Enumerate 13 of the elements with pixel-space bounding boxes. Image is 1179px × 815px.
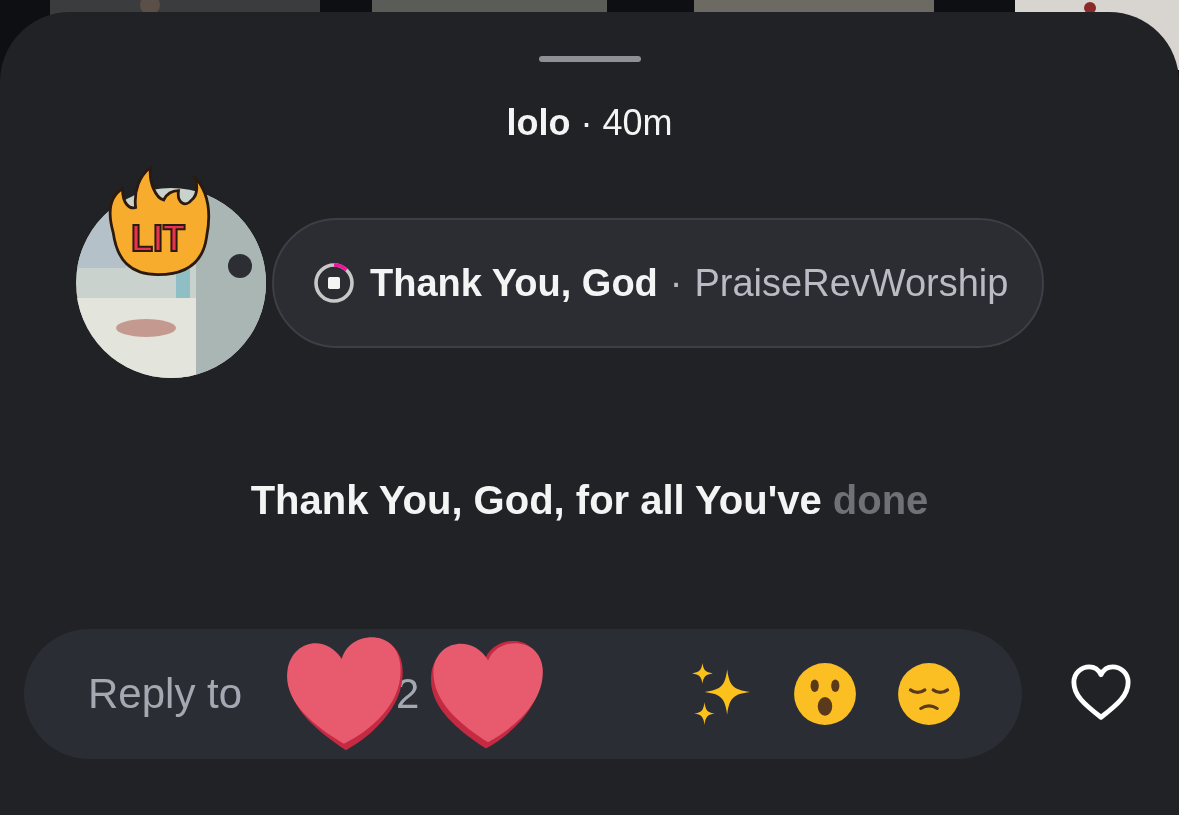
username-fragment: 2 [396, 670, 420, 718]
pensive-face-icon[interactable] [896, 661, 962, 727]
username[interactable]: lolo [506, 102, 571, 144]
song-title: Thank You, God [370, 261, 658, 305]
drag-handle[interactable] [538, 56, 641, 62]
separator-dot: · [669, 261, 683, 305]
artist-name: PraiseRevWorship [694, 261, 1009, 305]
surprised-face-icon[interactable] [792, 661, 858, 727]
lyric-line: Thank You, God, for all You've done [250, 478, 929, 523]
separator-dot: · [580, 102, 593, 144]
reply-field[interactable]: Reply to [88, 670, 278, 718]
post-time: 40m [602, 102, 673, 144]
music-chip[interactable]: Thank You, God · PraiseRevWorship [272, 218, 1045, 348]
